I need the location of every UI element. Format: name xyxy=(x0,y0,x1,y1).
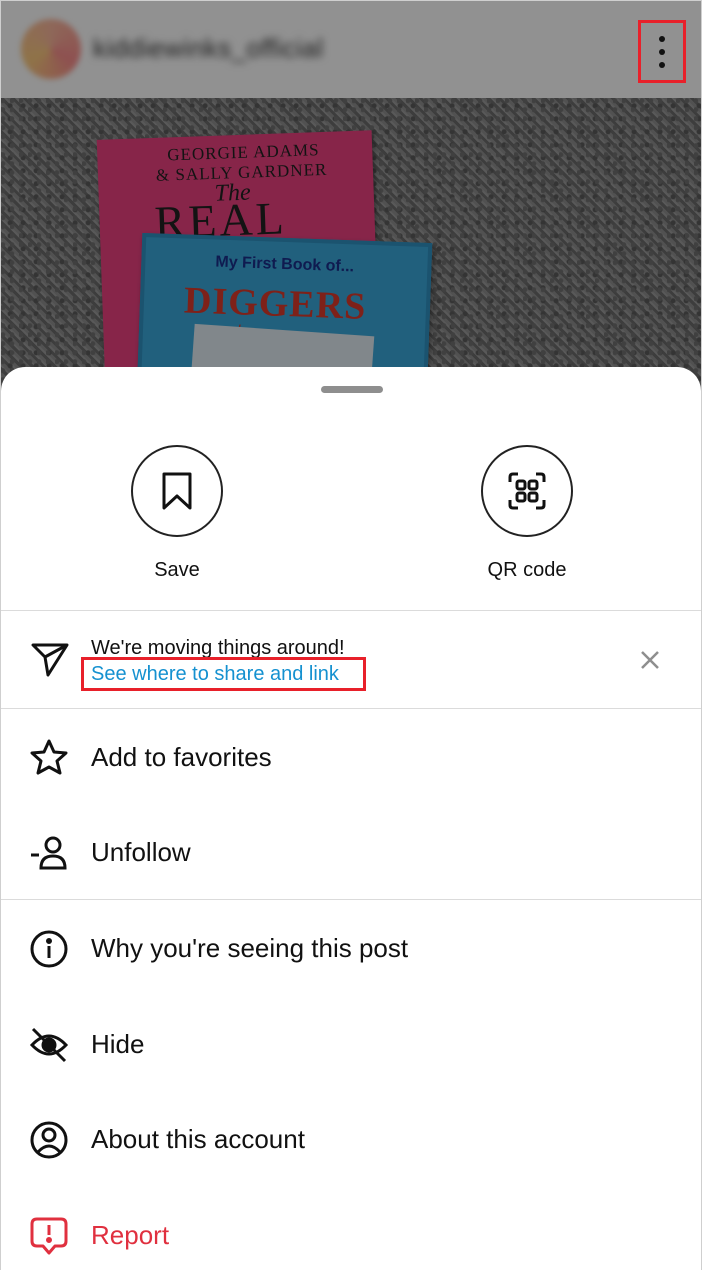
menu-label: Hide xyxy=(91,1029,145,1059)
save-action[interactable]: Save xyxy=(77,445,277,582)
send-icon xyxy=(31,643,69,677)
qr-code-icon xyxy=(508,472,546,510)
close-icon[interactable] xyxy=(639,649,661,671)
eye-off-icon xyxy=(29,1027,69,1063)
menu-label: Unfollow xyxy=(91,837,191,867)
star-icon xyxy=(30,739,68,775)
save-label: Save xyxy=(154,559,200,581)
menu-label: Report xyxy=(91,1220,170,1250)
menu-label: About this account xyxy=(91,1124,305,1154)
account-icon xyxy=(30,1121,68,1159)
info-icon xyxy=(30,930,68,968)
hide-item[interactable]: Hide xyxy=(1,1005,701,1085)
divider xyxy=(1,899,701,900)
divider xyxy=(1,708,701,709)
drag-handle[interactable] xyxy=(321,386,383,393)
menu-label: Add to favorites xyxy=(91,742,272,772)
more-options-button[interactable] xyxy=(638,20,686,83)
bookmark-icon xyxy=(162,472,192,510)
modal-overlay[interactable] xyxy=(1,1,701,401)
qr-code-label: QR code xyxy=(487,559,567,581)
options-sheet: Save QR code We're moving things around!… xyxy=(1,367,701,1271)
share-link[interactable]: See where to share and link xyxy=(91,663,339,686)
about-account-item[interactable]: About this account xyxy=(1,1100,701,1180)
unfollow-item[interactable]: Unfollow xyxy=(1,813,701,893)
more-dot-icon xyxy=(659,61,665,68)
share-notice: We're moving things around! See where to… xyxy=(1,611,701,708)
report-icon xyxy=(30,1217,68,1255)
why-seeing-post-item[interactable]: Why you're seeing this post xyxy=(1,909,701,989)
add-to-favorites-item[interactable]: Add to favorites xyxy=(1,718,701,798)
report-item[interactable]: Report xyxy=(1,1196,701,1276)
menu-label: Why you're seeing this post xyxy=(91,933,409,963)
save-button[interactable] xyxy=(131,445,223,537)
unfollow-icon xyxy=(31,836,67,870)
qr-code-button[interactable] xyxy=(481,445,573,537)
more-dot-icon xyxy=(659,48,665,55)
more-dot-icon xyxy=(659,35,665,42)
qr-code-action[interactable]: QR code xyxy=(427,445,627,582)
